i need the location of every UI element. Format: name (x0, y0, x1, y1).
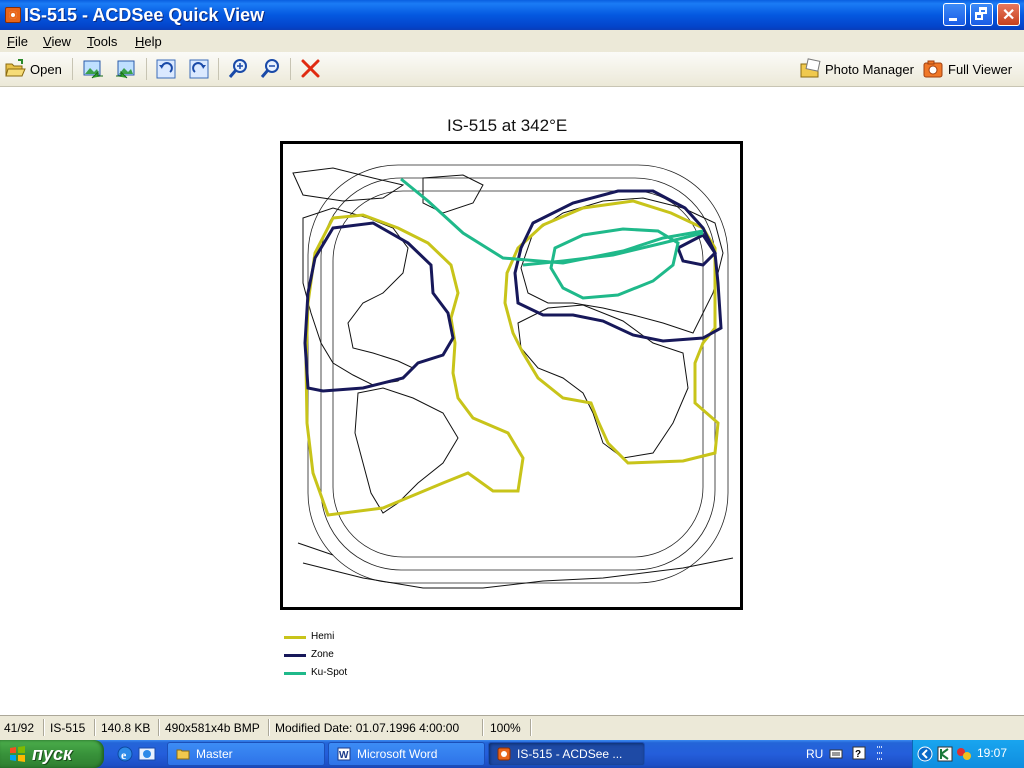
internet-explorer-icon[interactable]: e (116, 745, 134, 763)
acdsee-icon (497, 747, 511, 761)
menu-tools[interactable]: Tools (87, 34, 117, 49)
next-image-button[interactable] (115, 58, 137, 80)
svg-text:W: W (339, 750, 349, 761)
photo-manager-icon (800, 58, 821, 78)
task-label-master: Master (196, 747, 233, 761)
status-bar: 41/92 IS-515 140.8 KB 490x581x4b BMP Mod… (0, 715, 1024, 740)
status-filesize: 140.8 KB (101, 721, 151, 735)
zoom-out-button[interactable] (260, 58, 282, 80)
zoom-out-icon (260, 59, 279, 78)
task-label-microsoft-word: Microsoft Word (357, 747, 438, 761)
status-modified-date: Modified Date: 01.07.1996 4:00:00 (275, 721, 460, 735)
toolbar: Open Photo Manager Full Viewer (0, 52, 1024, 87)
task-microsoft-word[interactable]: W Microsoft Word (328, 742, 485, 766)
delete-icon (301, 59, 320, 78)
legend-label-ku-spot: Ku-Spot (311, 667, 348, 678)
outlook-express-icon[interactable] (138, 745, 156, 763)
task-label-acdsee: IS-515 - ACDSee ... (517, 747, 623, 761)
photo-manager-button[interactable]: Photo Manager (799, 58, 914, 80)
rotate-right-icon (189, 59, 209, 79)
status-filename: IS-515 (50, 721, 86, 735)
menu-view[interactable]: View (43, 34, 71, 49)
legend-swatch-hemi (284, 636, 306, 639)
window-title: IS-515 - ACDSee Quick View (24, 5, 265, 25)
hemi-beam-contours (304, 199, 720, 517)
menu-bar: File View Tools Help (0, 30, 1024, 52)
photo-manager-label: Photo Manager (825, 62, 914, 77)
kaspersky-icon[interactable] (937, 746, 953, 762)
earth-disk-outlines (307, 164, 729, 584)
rotate-right-button[interactable] (188, 58, 210, 80)
close-button[interactable] (997, 3, 1020, 26)
task-acdsee[interactable]: IS-515 - ACDSee ... (488, 742, 645, 766)
rotate-left-button[interactable] (155, 58, 177, 80)
legend-swatch-zone (284, 654, 306, 657)
status-zoom: 100% (490, 721, 521, 735)
full-viewer-icon (923, 60, 943, 78)
coverage-map (280, 141, 743, 610)
image-title: IS-515 at 342°E (447, 116, 568, 135)
help-icon[interactable]: ? (852, 746, 866, 760)
full-viewer-label: Full Viewer (948, 62, 1013, 77)
menu-help[interactable]: Help (135, 34, 162, 49)
minimize-button[interactable] (943, 3, 966, 26)
svg-text:?: ? (855, 749, 861, 760)
legend-item-hemi: Hemi (284, 631, 364, 645)
system-tray: 19:07 (912, 740, 1024, 768)
legend-label-zone: Zone (311, 649, 334, 660)
next-image-icon (116, 60, 135, 79)
taskbar: пуск e Master W Microsoft Word IS-515 - … (0, 740, 1024, 768)
keyboard-icon[interactable] (829, 747, 843, 761)
svg-text:e: e (121, 748, 127, 762)
start-label: пуск (32, 744, 73, 764)
legend-item-ku-spot: Ku-Spot (284, 667, 364, 681)
show-hidden-icons-icon[interactable] (917, 746, 933, 762)
start-button[interactable]: пуск (0, 740, 104, 768)
windows-logo-icon (10, 746, 25, 762)
continent-outlines (292, 167, 734, 589)
zoom-in-button[interactable] (228, 58, 250, 80)
word-icon: W (337, 747, 351, 761)
network-icon[interactable] (956, 746, 972, 762)
ku-spot-beam-contours (400, 177, 704, 300)
legend-swatch-ku-spot (284, 672, 306, 675)
tray-options-icon[interactable] (874, 745, 886, 763)
coverage-map-graphic (292, 164, 734, 589)
task-master[interactable]: Master (167, 742, 325, 766)
legend-item-zone: Zone (284, 649, 364, 663)
title-bar[interactable]: IS-515 - ACDSee Quick View (0, 0, 1024, 30)
full-viewer-button[interactable]: Full Viewer (922, 58, 1017, 80)
open-folder-icon (5, 59, 26, 77)
status-position: 41/92 (4, 721, 35, 735)
legend-label-hemi: Hemi (311, 631, 335, 642)
restore-button[interactable] (970, 3, 993, 26)
folder-icon (176, 749, 190, 760)
rotate-left-icon (156, 59, 176, 79)
clock[interactable]: 19:07 (977, 746, 1007, 760)
previous-image-icon (83, 60, 103, 79)
image-viewport[interactable]: IS-515 at 342°E Hemi Zone Ku-Spot (0, 87, 1024, 715)
open-button[interactable]: Open (4, 58, 64, 80)
acdsee-app-icon[interactable] (5, 7, 21, 23)
status-dimensions: 490x581x4b BMP (165, 721, 260, 735)
menu-file[interactable]: File (7, 34, 28, 49)
open-label: Open (30, 62, 62, 77)
zoom-in-icon (228, 59, 247, 78)
delete-button[interactable] (300, 58, 322, 80)
previous-image-button[interactable] (82, 58, 104, 80)
zone-beam-contours (303, 189, 723, 393)
language-indicator[interactable]: RU (806, 747, 823, 761)
